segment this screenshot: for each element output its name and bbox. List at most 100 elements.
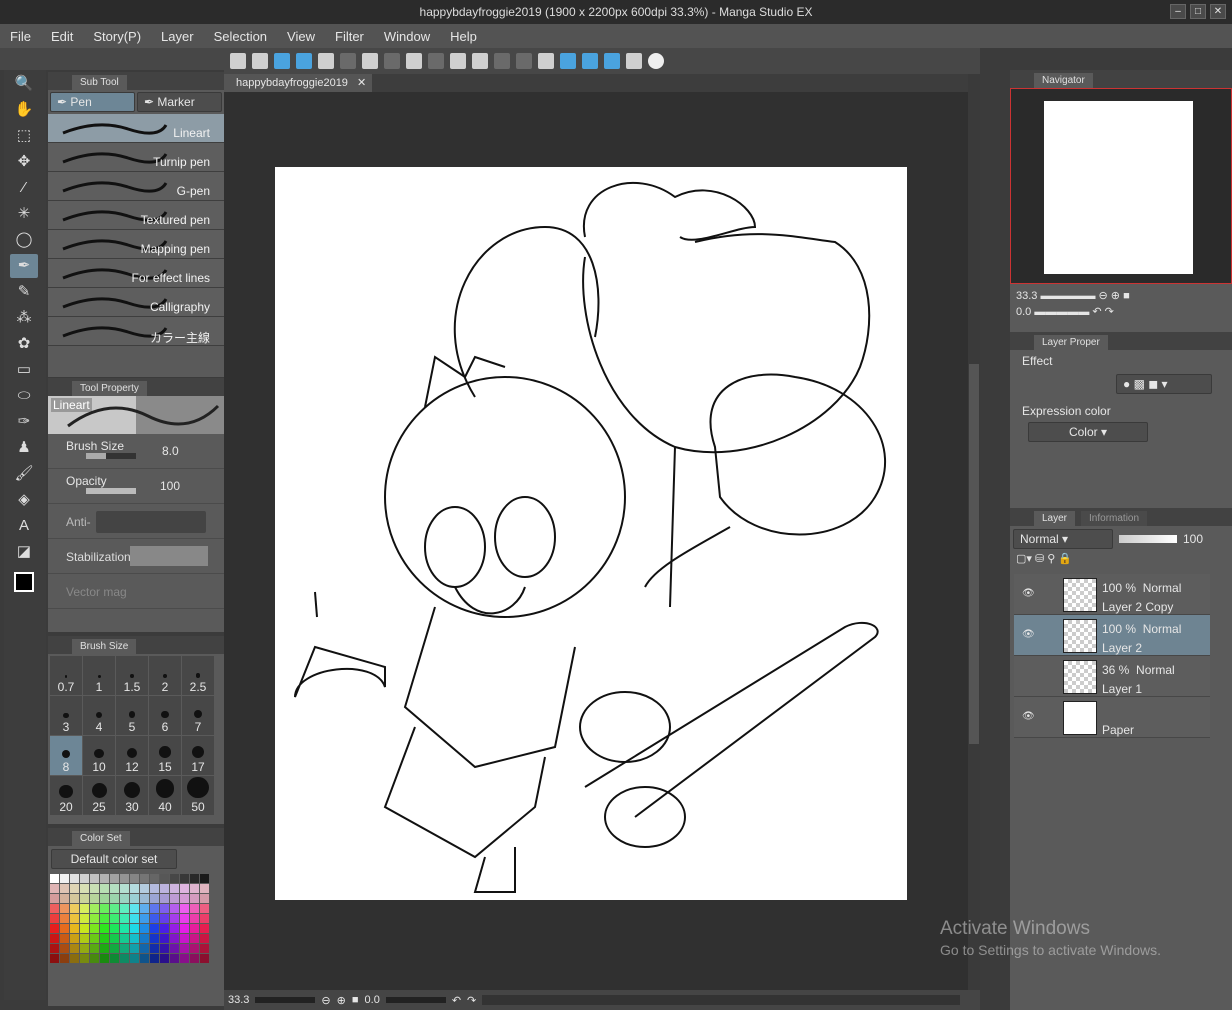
color-swatch-cell[interactable] bbox=[100, 894, 109, 903]
zoom-tool-icon[interactable]: 🔍 bbox=[10, 72, 38, 96]
transform-icon[interactable] bbox=[472, 53, 488, 69]
color-swatch-cell[interactable] bbox=[190, 874, 199, 883]
color-swatch-cell[interactable] bbox=[100, 924, 109, 933]
color-set-tab[interactable]: Color Set bbox=[72, 831, 130, 846]
menu-story[interactable]: Story(P) bbox=[93, 29, 141, 44]
layer-property-tab[interactable]: Layer Proper bbox=[1034, 335, 1108, 350]
color-swatch-cell[interactable] bbox=[160, 884, 169, 893]
brush-size-row[interactable]: Brush Size 8.0 bbox=[48, 434, 224, 469]
color-swatch-cell[interactable] bbox=[150, 934, 159, 943]
frame-icon[interactable] bbox=[626, 53, 642, 69]
menu-help[interactable]: Help bbox=[450, 29, 477, 44]
redo-icon[interactable] bbox=[384, 53, 400, 69]
eraser-tool-icon[interactable]: ▭ bbox=[10, 358, 38, 382]
color-swatch-cell[interactable] bbox=[200, 924, 209, 933]
color-swatch-cell[interactable] bbox=[70, 944, 79, 953]
sub-tool-item[interactable]: G-pen bbox=[48, 172, 224, 201]
brush-size-preset[interactable]: 25 bbox=[83, 776, 115, 815]
information-tab[interactable]: Information bbox=[1081, 511, 1148, 526]
color-swatch-cell[interactable] bbox=[130, 874, 139, 883]
brush-size-preset[interactable]: 40 bbox=[149, 776, 181, 815]
color-swatch-cell[interactable] bbox=[140, 934, 149, 943]
color-swatch-cell[interactable] bbox=[140, 924, 149, 933]
menu-window[interactable]: Window bbox=[384, 29, 430, 44]
color-swatch-cell[interactable] bbox=[160, 904, 169, 913]
color-swatch-cell[interactable] bbox=[150, 894, 159, 903]
menu-edit[interactable]: Edit bbox=[51, 29, 73, 44]
effect-selector[interactable]: ● ▩ ◼ ▾ bbox=[1116, 374, 1212, 394]
color-swatch-cell[interactable] bbox=[90, 924, 99, 933]
close-button[interactable]: ✕ bbox=[1210, 4, 1226, 19]
eyedropper-tool-icon[interactable]: ⁄ bbox=[10, 176, 38, 200]
zoom-in-icon[interactable]: ⊕ bbox=[337, 994, 346, 1007]
ruler-icon[interactable] bbox=[582, 53, 598, 69]
snap-icon[interactable] bbox=[604, 53, 620, 69]
brush-size-preset[interactable]: 17 bbox=[182, 736, 214, 775]
color-swatch-cell[interactable] bbox=[120, 884, 129, 893]
navigator-preview[interactable] bbox=[1010, 88, 1232, 284]
color-swatch-cell[interactable] bbox=[70, 924, 79, 933]
color-swatch-cell[interactable] bbox=[200, 914, 209, 923]
gradient-tool-icon[interactable]: ◪ bbox=[10, 540, 38, 564]
stabilization-row[interactable]: Stabilization bbox=[48, 539, 224, 574]
color-swatch-cell[interactable] bbox=[140, 874, 149, 883]
brush-size-preset[interactable]: 15 bbox=[149, 736, 181, 775]
save-icon[interactable] bbox=[296, 53, 312, 69]
color-swatch-cell[interactable] bbox=[50, 924, 59, 933]
color-swatch-cell[interactable] bbox=[50, 884, 59, 893]
color-swatch-cell[interactable] bbox=[60, 914, 69, 923]
color-swatch-cell[interactable] bbox=[190, 904, 199, 913]
color-swatch-cell[interactable] bbox=[150, 904, 159, 913]
eye-icon[interactable]: 👁 bbox=[1022, 588, 1035, 599]
color-swatch-cell[interactable] bbox=[180, 924, 189, 933]
brush-size-preset[interactable]: 1 bbox=[83, 656, 115, 695]
color-swatch-cell[interactable] bbox=[140, 884, 149, 893]
opacity-row[interactable]: Opacity 100 bbox=[48, 469, 224, 504]
color-swatch-cell[interactable] bbox=[160, 934, 169, 943]
color-swatch-cell[interactable] bbox=[70, 914, 79, 923]
color-swatch-cell[interactable] bbox=[80, 934, 89, 943]
brush-size-preset[interactable]: 5 bbox=[116, 696, 148, 735]
color-swatch-cell[interactable] bbox=[70, 884, 79, 893]
open-icon[interactable] bbox=[252, 53, 268, 69]
opacity-slider[interactable] bbox=[86, 488, 136, 494]
blend-tool-icon[interactable]: ♟ bbox=[10, 436, 38, 460]
color-swatch-cell[interactable] bbox=[200, 874, 209, 883]
color-swatch-cell[interactable] bbox=[170, 874, 179, 883]
color-swatch-cell[interactable] bbox=[120, 934, 129, 943]
color-swatch-cell[interactable] bbox=[110, 914, 119, 923]
color-swatch-cell[interactable] bbox=[130, 934, 139, 943]
color-swatch-cell[interactable] bbox=[130, 954, 139, 963]
sub-tool-item[interactable]: Mapping pen bbox=[48, 230, 224, 259]
pen-tool-icon[interactable]: ✒ bbox=[10, 254, 38, 278]
group-pen[interactable]: ✒ Pen bbox=[50, 92, 135, 112]
maximize-button[interactable]: □ bbox=[1190, 4, 1206, 19]
sub-tool-item[interactable]: Calligraphy bbox=[48, 288, 224, 317]
color-swatch-cell[interactable] bbox=[180, 894, 189, 903]
sub-tool-item[interactable]: Lineart bbox=[48, 114, 224, 143]
text-tool-icon[interactable]: A bbox=[10, 514, 38, 538]
brush-size-preset[interactable]: 8 bbox=[50, 736, 82, 775]
color-swatch-cell[interactable] bbox=[160, 874, 169, 883]
color-swatch-cell[interactable] bbox=[110, 944, 119, 953]
hand-tool-icon[interactable]: ✋ bbox=[10, 98, 38, 122]
brush-size-preset[interactable]: 30 bbox=[116, 776, 148, 815]
move-tool-icon[interactable]: ✥ bbox=[10, 150, 38, 174]
layer-row[interactable]: 👁 100 % Normal Layer 2 bbox=[1014, 615, 1210, 656]
selection-launcher-icon[interactable] bbox=[538, 53, 554, 69]
color-swatch-cell[interactable] bbox=[200, 894, 209, 903]
brush-tool-icon[interactable]: 🖌 bbox=[10, 462, 38, 486]
sub-tool-tab[interactable]: Sub Tool bbox=[72, 75, 127, 90]
color-swatch-cell[interactable] bbox=[170, 944, 179, 953]
operation-tool-icon[interactable]: ⬚ bbox=[10, 124, 38, 148]
brush-size-preset[interactable]: 7 bbox=[182, 696, 214, 735]
stabilization-selector[interactable] bbox=[130, 546, 208, 566]
color-swatch-cell[interactable] bbox=[170, 914, 179, 923]
color-swatch[interactable] bbox=[10, 570, 46, 610]
fill-icon[interactable] bbox=[450, 53, 466, 69]
zoom-out-icon[interactable]: ⊖ bbox=[321, 994, 330, 1007]
color-swatch-cell[interactable] bbox=[190, 914, 199, 923]
color-swatch-cell[interactable] bbox=[170, 904, 179, 913]
color-swatch-cell[interactable] bbox=[180, 904, 189, 913]
folder-icon[interactable] bbox=[318, 53, 334, 69]
